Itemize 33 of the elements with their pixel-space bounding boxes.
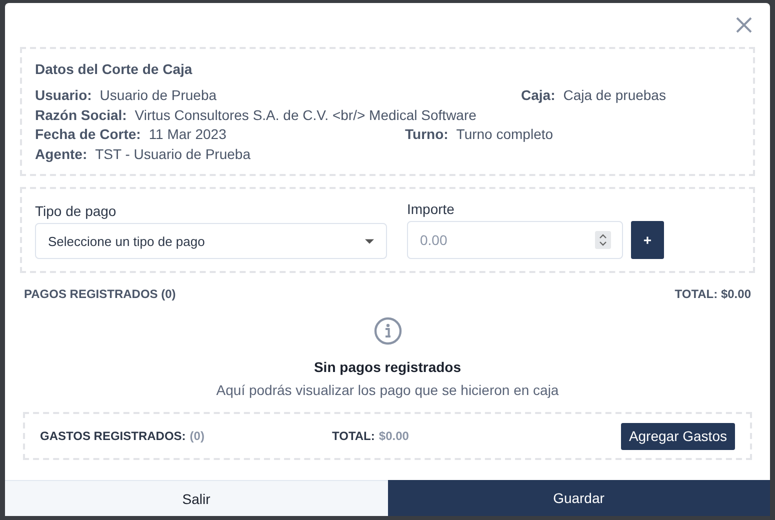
field-label: Turno: [405,125,448,144]
save-button[interactable]: Guardar [388,480,770,516]
field-value: Caja de pruebas [563,86,666,105]
field-label: Tipo de pago [35,203,118,219]
field-label: Agente: [35,144,88,164]
caret-icon [365,238,374,244]
stepper-icon[interactable] [595,231,611,249]
expenses-count: (0) [190,429,204,443]
expenses-label: GASTOS REGISTRADOS: [40,429,186,443]
add-expenses-button[interactable]: Agregar Gastos [620,422,735,450]
field-label: Razón Social: [35,106,127,124]
total-label: TOTAL: $0.00 [674,287,751,301]
total-value: $0.00 [378,429,409,443]
field-value: Turno completo [456,125,554,144]
info-icon [374,317,402,345]
empty-message: Aquí podrás visualizar los pago que se hicieron en caja [216,382,559,398]
add-button[interactable]: + [631,221,664,259]
field-label: Usuario: [35,86,92,105]
field-value: Usuario de Prueba [100,86,217,105]
field-label: Importe [407,201,456,217]
field-value: TST - Usuario de Prueba [95,144,250,164]
section-title: Datos del Corte de Caja [35,61,194,77]
empty-title: Sin pagos registrados [314,359,462,375]
field-value: 11 Mar 2023 [148,125,226,144]
close-icon[interactable] [736,17,752,33]
amount-field[interactable]: 0.00 [407,221,623,259]
field-value: Virtus Consultores S.A. de C.V. <br/> Medical Software [134,106,476,124]
field-label: Caja: [521,86,556,105]
total-label: TOTAL: [332,429,375,443]
section-heading: PAGOS REGISTRADOS (0) [24,287,176,301]
exit-button[interactable]: Salir [5,480,388,516]
field-label: Fecha de Corte: [35,125,141,144]
payment-type-select[interactable]: Seleccione un tipo de pago [35,223,387,259]
